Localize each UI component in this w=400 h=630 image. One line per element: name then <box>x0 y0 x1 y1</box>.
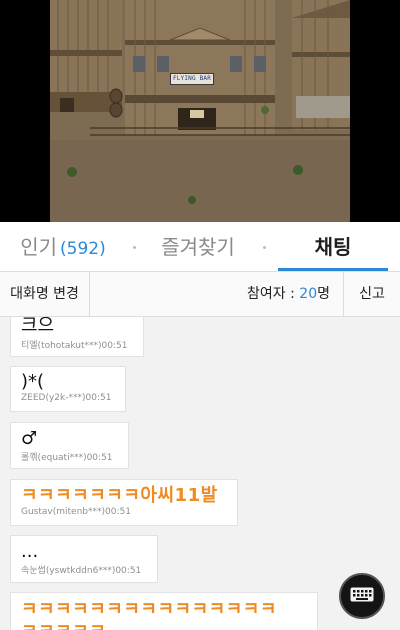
message-text: )*( <box>21 371 45 392</box>
participants-unit: 명 <box>317 286 330 302</box>
tab-separator <box>263 246 266 249</box>
tab-favorites[interactable]: 즐겨찾기 <box>148 222 248 272</box>
message-text: 크으 <box>21 317 55 336</box>
keyboard-button[interactable] <box>339 573 385 619</box>
message-text: ♂ <box>21 428 38 449</box>
tab-popular[interactable]: 인기 (592) <box>8 222 118 272</box>
tab-bar: 인기 (592) 즐겨찾기 채팅 <box>0 222 400 272</box>
chat-message: 크으 티엘(tohotakut***)00:51 <box>10 317 144 357</box>
message-meta: ZEED(y2k-***)00:51 <box>21 393 112 403</box>
chat-message: ㅋㅋㅋㅋㅋㅋㅋ아씨11발 Gustav(mitenb***)00:51 <box>10 479 238 526</box>
message-meta: 티엘(tohotakut***)00:51 <box>21 341 128 351</box>
chat-message: ... 속눈썹(yswtkddn6***)00:51 <box>10 535 158 583</box>
game-scene-image: FLYING BAR <box>50 0 350 222</box>
report-button[interactable]: 신고 <box>343 272 400 316</box>
message-text: ... <box>21 541 39 562</box>
chat-toolbar: 대화명 변경 참여자 : 20명 신고 <box>0 272 400 317</box>
rename-button[interactable]: 대화명 변경 <box>0 272 90 316</box>
tab-popular-count: (592) <box>60 239 106 259</box>
tab-chat[interactable]: 채팅 <box>278 222 388 272</box>
participants-label: 참여자 : <box>247 286 300 302</box>
bar-sign: FLYING BAR <box>170 73 214 85</box>
message-meta: 롤껚(equati***)00:51 <box>21 453 113 463</box>
participants-number: 20 <box>299 286 318 302</box>
message-text: ㅋㅋㅋㅋㅋㅋㅋ아씨11발 <box>21 485 218 506</box>
message-text: ㅋㅋㅋㅋㅋㅋㅋㅋㅋㅋㅋㅋㅋㅋㅋ <box>21 599 277 620</box>
message-text-continued: ㅋㅋㅋㅋㅋ <box>21 621 307 630</box>
chat-message: ㅋㅋㅋㅋㅋㅋㅋㅋㅋㅋㅋㅋㅋㅋㅋ ㅋㅋㅋㅋㅋ <box>10 592 318 630</box>
chat-list[interactable]: 크으 티엘(tohotakut***)00:51 )*( ZEED(y2k-**… <box>0 317 400 630</box>
chat-message: )*( ZEED(y2k-***)00:51 <box>10 366 126 412</box>
message-meta: 속눈썹(yswtkddn6***)00:51 <box>21 566 142 576</box>
participant-count: 참여자 : 20명 <box>200 272 330 316</box>
chat-message: ♂ 롤껚(equati***)00:51 <box>10 422 129 469</box>
keyboard-icon <box>350 587 374 602</box>
video-player[interactable]: FLYING BAR <box>0 0 400 222</box>
tab-separator <box>133 246 136 249</box>
active-tab-indicator <box>278 268 388 271</box>
message-meta: Gustav(mitenb***)00:51 <box>21 507 131 517</box>
tab-popular-label: 인기 <box>20 235 58 259</box>
